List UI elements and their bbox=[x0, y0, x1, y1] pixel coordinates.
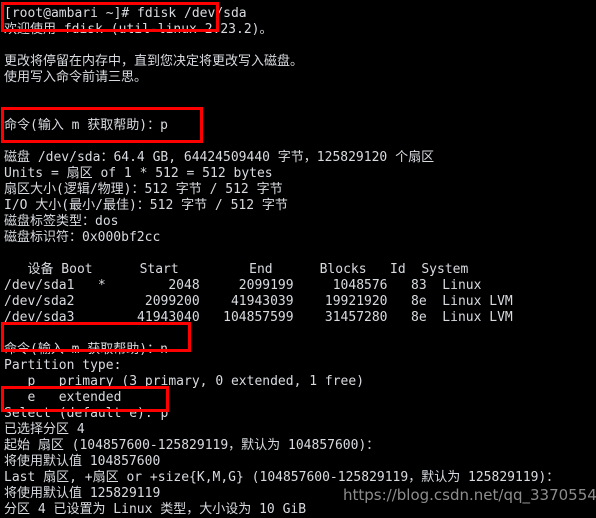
terminal-line: 磁盘标识符：0x000bf2cc bbox=[4, 230, 161, 245]
terminal-line: Last 扇区, +扇区 or +size{K,M,G} (104857600-… bbox=[4, 470, 560, 485]
terminal-line: Units = 扇区 of 1 * 512 = 512 bytes bbox=[4, 166, 273, 181]
partition-table-row: /dev/sda3 41943040 104857599 31457280 8e… bbox=[4, 310, 513, 325]
terminal-line: 扇区大小(逻辑/物理)：512 字节 / 512 字节 bbox=[4, 182, 283, 197]
terminal-line: 命令(输入 m 获取帮助)：p bbox=[4, 118, 168, 133]
terminal-line: Select (default e): p bbox=[4, 406, 169, 421]
partition-table-row: /dev/sda2 2099200 41943039 19921920 8e L… bbox=[4, 294, 513, 309]
watermark: https://blog.csdn.net/qq_33705546 bbox=[343, 486, 596, 504]
terminal-line: 已选择分区 4 bbox=[4, 422, 85, 437]
terminal-line: e extended bbox=[4, 390, 122, 405]
terminal-output: [root@ambari ~]# fdisk /dev/sda 欢迎使用 fdi… bbox=[4, 6, 596, 518]
terminal-line: 使用写入命令前请三思。 bbox=[4, 70, 148, 85]
terminal-line: Partition type: bbox=[4, 358, 122, 373]
terminal-window[interactable]: [root@ambari ~]# fdisk /dev/sda 欢迎使用 fdi… bbox=[0, 0, 596, 518]
terminal-line: 将使用默认值 104857600 bbox=[4, 454, 161, 469]
terminal-line: 命令(输入 m 获取帮助)：n bbox=[4, 342, 168, 357]
terminal-line: 磁盘标签类型：dos bbox=[4, 214, 119, 229]
terminal-line: 磁盘 /dev/sda：64.4 GB, 64424509440 字节，1258… bbox=[4, 150, 435, 165]
partition-table-header: 设备 Boot Start End Blocks Id System bbox=[4, 262, 469, 277]
terminal-line: [root@ambari ~]# fdisk /dev/sda bbox=[4, 6, 247, 21]
terminal-line: 分区 4 已设置为 Linux 类型，大小设为 10 GiB bbox=[4, 502, 307, 517]
terminal-line: I/O 大小(最小/最佳)：512 字节 / 512 字节 bbox=[4, 198, 288, 213]
partition-table-row: /dev/sda1 * 2048 2099199 1048576 83 Linu… bbox=[4, 278, 482, 293]
terminal-line: p primary (3 primary, 0 extended, 1 free… bbox=[4, 374, 365, 389]
terminal-line: 更改将停留在内存中，直到您决定将更改写入磁盘。 bbox=[4, 54, 304, 69]
terminal-line: 起始 扇区 (104857600-125829119，默认为 104857600… bbox=[4, 438, 380, 453]
terminal-line: 欢迎使用 fdisk (util-linux 2.23.2)。 bbox=[4, 22, 273, 37]
